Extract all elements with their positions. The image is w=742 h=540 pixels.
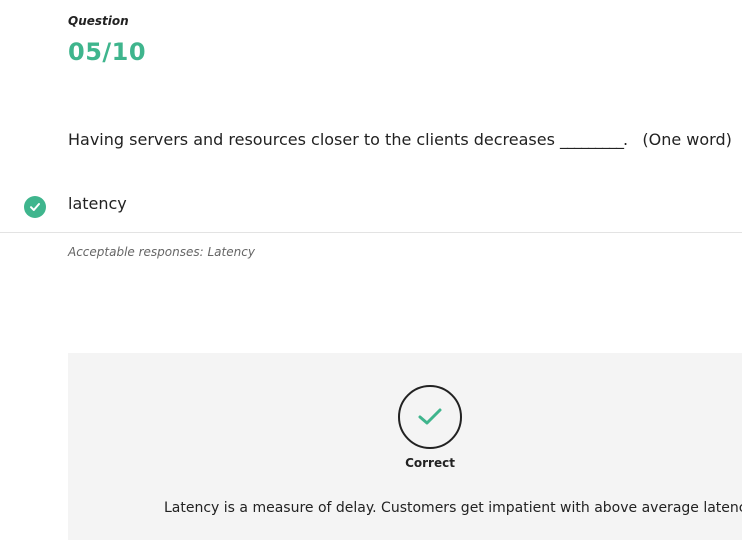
question-prompt: Having servers and resources closer to t… xyxy=(68,130,555,149)
answer-row: latency xyxy=(0,188,742,233)
check-circle-icon xyxy=(24,196,46,218)
question-text: Having servers and resources closer to t… xyxy=(68,130,742,149)
result-label: Correct xyxy=(405,456,455,470)
question-label: Question xyxy=(68,14,129,28)
quiz-page: Question 05/10 Having servers and resour… xyxy=(0,0,742,540)
question-hint: (One word) xyxy=(642,130,732,149)
answer-value: latency xyxy=(68,194,127,213)
check-icon xyxy=(398,385,462,449)
question-blank: _________. xyxy=(560,130,628,149)
feedback-panel: Correct Latency is a measure of delay. C… xyxy=(68,353,742,540)
question-number: 05/10 xyxy=(68,38,147,66)
acceptable-responses: Acceptable responses: Latency xyxy=(68,245,255,259)
explanation-text: Latency is a measure of delay. Customers… xyxy=(164,500,742,516)
